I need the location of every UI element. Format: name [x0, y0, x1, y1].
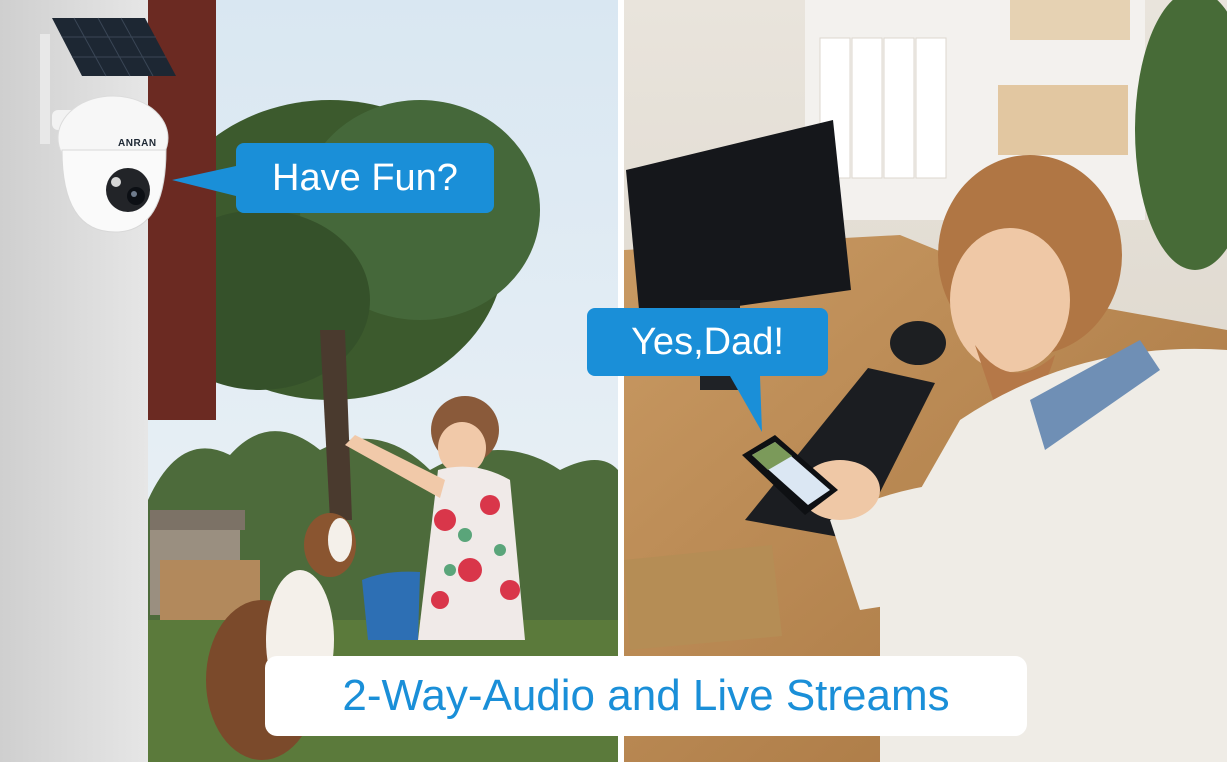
- speech-bubble-child: Yes,Dad!: [587, 308, 828, 376]
- right-panel: [624, 0, 1227, 762]
- left-panel: [0, 0, 618, 762]
- speech-bubble-camera: Have Fun?: [236, 143, 494, 213]
- photo-scene: [0, 0, 1227, 762]
- product-photo: ANRAN Have Fun? Yes,Dad! 2-Way-Audio and…: [0, 0, 1227, 762]
- feature-banner: 2-Way-Audio and Live Streams: [265, 656, 1027, 736]
- camera-brand-logo: ANRAN: [118, 138, 157, 149]
